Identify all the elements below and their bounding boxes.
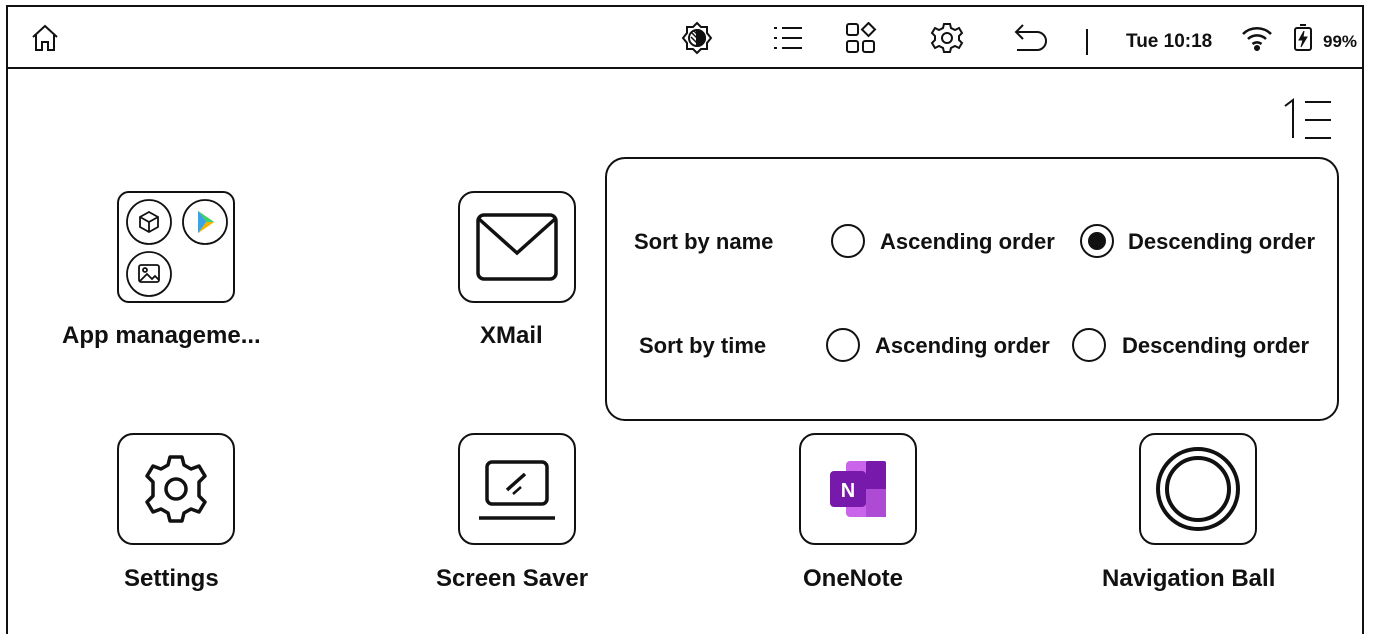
app-label-onenote: OneNote [803, 565, 904, 592]
onenote-tile[interactable]: N [799, 433, 917, 545]
status-bar: Tue 10:18 99% [8, 7, 1364, 69]
sort-name-ascending-label[interactable]: Ascending order [880, 229, 1055, 255]
screen-saver-icon [479, 460, 555, 520]
list-icon[interactable] [769, 19, 807, 57]
screen-saver-tile[interactable] [458, 433, 576, 545]
sort-by-time-label: Sort by time [639, 333, 767, 358]
sort-name-ascending-radio[interactable] [831, 224, 865, 258]
app-management-icon [126, 199, 228, 297]
navigation-ball-icon [1156, 447, 1240, 531]
xmail-tile[interactable] [458, 191, 576, 303]
app-label-screen-saver: Screen Saver [436, 565, 589, 592]
sort-time-ascending-label[interactable]: Ascending order [875, 333, 1050, 359]
mail-icon [476, 213, 558, 281]
sort-icon[interactable] [1281, 96, 1333, 140]
sort-panel: Sort by name Ascending order Descending … [605, 157, 1339, 421]
battery-icon [1288, 19, 1318, 57]
clock: Tue 10:18 [1126, 31, 1213, 52]
battery-percent: 99% [1323, 32, 1358, 51]
sort-time-descending-radio[interactable] [1072, 328, 1106, 362]
sort-name-descending-label[interactable]: Descending order [1128, 229, 1315, 255]
wifi-icon [1238, 19, 1276, 57]
status-separator [1086, 29, 1088, 55]
app-label-navigation-ball: Navigation Ball [1102, 565, 1276, 592]
navigation-ball-tile[interactable] [1139, 433, 1257, 545]
sort-time-descending-label[interactable]: Descending order [1122, 333, 1309, 359]
sort-by-name-label: Sort by name [634, 229, 774, 254]
back-icon[interactable] [1012, 19, 1050, 57]
sort-name-descending-radio[interactable] [1080, 224, 1114, 258]
contrast-icon[interactable] [678, 19, 716, 57]
home-icon[interactable] [26, 19, 64, 57]
sort-time-ascending-radio[interactable] [826, 328, 860, 362]
app-label-app-management: App manageme... [62, 322, 261, 349]
onenote-icon: N [830, 461, 886, 517]
apps-icon[interactable] [842, 19, 880, 57]
svg-text:N: N [841, 480, 855, 502]
settings-icon[interactable] [928, 19, 966, 57]
gear-icon [145, 455, 207, 523]
app-label-xmail: XMail [480, 322, 543, 349]
app-label-settings: Settings [124, 565, 219, 592]
settings-tile[interactable] [117, 433, 235, 545]
app-management-tile[interactable] [117, 191, 235, 303]
